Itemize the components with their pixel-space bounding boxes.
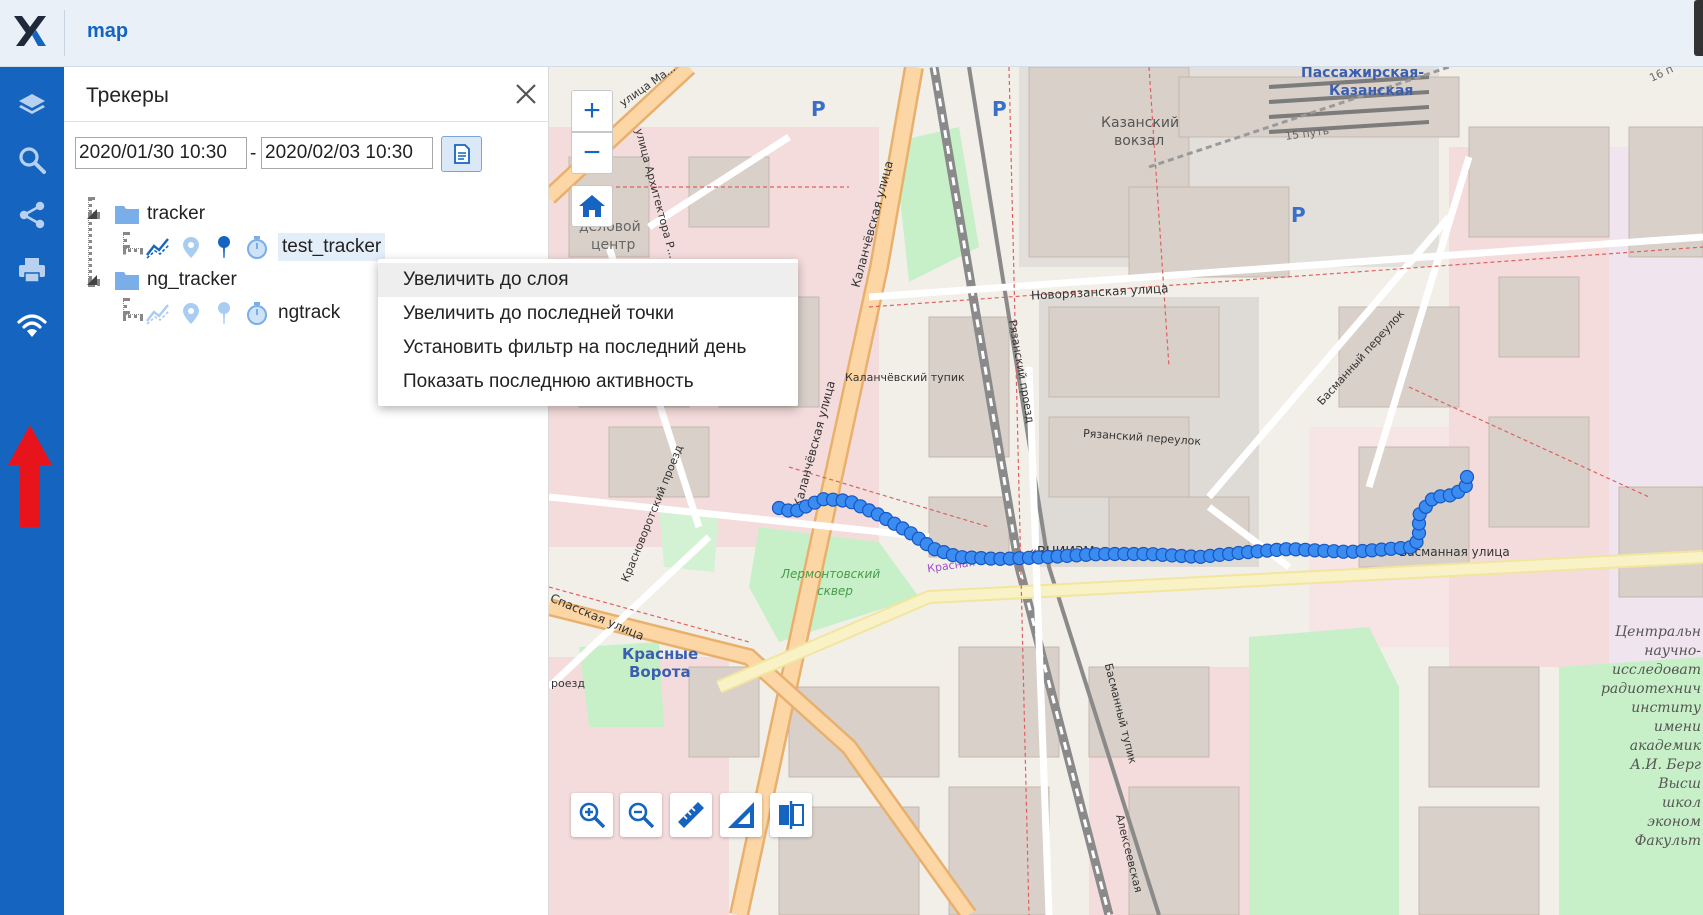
tracker-context-menu: Увеличить до слоя Увеличить до последней… (378, 259, 798, 406)
tree-item-test-tracker[interactable]: test_tracker (146, 231, 386, 263)
date-from-input[interactable] (75, 137, 247, 169)
menu-filter-last-day[interactable]: Установить фильтр на последний день (378, 331, 798, 365)
minus-icon: − (583, 136, 601, 169)
trackers-button[interactable] (0, 299, 64, 351)
last-point-pin-icon[interactable] (212, 235, 236, 259)
tracker-label[interactable]: test_tracker (278, 233, 386, 261)
collapse-icon[interactable] (87, 209, 97, 219)
zoom-in-tool-button[interactable] (571, 793, 613, 837)
trackers-panel: Трекеры - tracker (64, 67, 549, 915)
group-label: ng_tracker (147, 269, 237, 290)
gps-track[interactable] (771, 469, 1475, 566)
home-button[interactable] (571, 185, 613, 227)
page-title: map (87, 20, 129, 42)
share-icon (19, 201, 45, 229)
app-header: map (0, 0, 1703, 67)
measure-distance-icon (678, 802, 704, 828)
map-view[interactable]: Пассажирская- Казанская Казанский вокзал… (549, 67, 1703, 915)
layers-button[interactable] (0, 79, 64, 131)
close-icon[interactable] (514, 82, 538, 106)
apply-filter-button[interactable] (441, 136, 482, 172)
swipe-compare-icon (779, 801, 804, 829)
header-separator (64, 10, 65, 56)
share-button[interactable] (0, 189, 64, 241)
folder-icon (115, 272, 139, 290)
tracker-label[interactable]: ngtrack (278, 302, 340, 324)
print-button[interactable] (0, 244, 64, 296)
zoom-out-button[interactable]: − (571, 132, 613, 174)
tree-group-ng-tracker[interactable]: ng_tracker (87, 264, 237, 296)
measure-area-button[interactable] (720, 793, 762, 837)
panel-header: Трекеры (64, 67, 549, 122)
location-pin-icon[interactable] (179, 235, 203, 259)
group-label: tracker (147, 203, 206, 224)
date-separator: - (250, 143, 257, 164)
panel-title: Трекеры (86, 84, 169, 107)
zoom-out-tool-button[interactable] (620, 793, 662, 837)
tree-group-tracker[interactable]: tracker (87, 198, 205, 230)
measure-distance-button[interactable] (670, 793, 712, 837)
menu-zoom-to-layer[interactable]: Увеличить до слоя (378, 263, 798, 297)
zoom-out-tool-icon (628, 802, 655, 829)
gps-track-layer (771, 469, 1475, 566)
swipe-compare-button[interactable] (770, 793, 812, 837)
tree-item-ngtrack[interactable]: ngtrack (146, 297, 340, 329)
tree-connector (123, 314, 143, 318)
red-arrow-annotation (8, 425, 52, 527)
layers-icon (19, 94, 45, 114)
home-icon (579, 195, 605, 217)
window-edge (1694, 0, 1703, 56)
x-logo-icon[interactable] (12, 13, 48, 49)
search-icon (19, 147, 46, 174)
menu-show-last-activity[interactable]: Показать последнюю активность (378, 365, 798, 399)
track-point[interactable] (1459, 469, 1475, 485)
zoom-in-tool-icon (579, 802, 606, 829)
wifi-icon (17, 314, 47, 337)
tree-connector (123, 248, 143, 252)
measure-area-icon (728, 802, 754, 828)
tree-connector (123, 232, 127, 248)
location-pin-icon[interactable] (179, 301, 203, 325)
track-line-icon[interactable] (146, 301, 170, 325)
track-line-icon[interactable] (146, 235, 170, 259)
date-to-input[interactable] (261, 137, 433, 169)
search-button[interactable] (0, 134, 64, 186)
document-icon (453, 144, 470, 164)
last-point-pin-icon[interactable] (212, 301, 236, 325)
collapse-icon[interactable] (87, 275, 97, 285)
tree-connector (123, 298, 127, 314)
left-toolbar (0, 67, 64, 915)
timer-icon[interactable] (245, 235, 269, 259)
menu-zoom-to-last-point[interactable]: Увеличить до последней точки (378, 297, 798, 331)
print-icon (19, 258, 45, 283)
plus-icon: + (583, 94, 601, 127)
zoom-in-button[interactable]: + (571, 90, 613, 132)
timer-icon[interactable] (245, 301, 269, 325)
folder-icon (115, 206, 139, 224)
